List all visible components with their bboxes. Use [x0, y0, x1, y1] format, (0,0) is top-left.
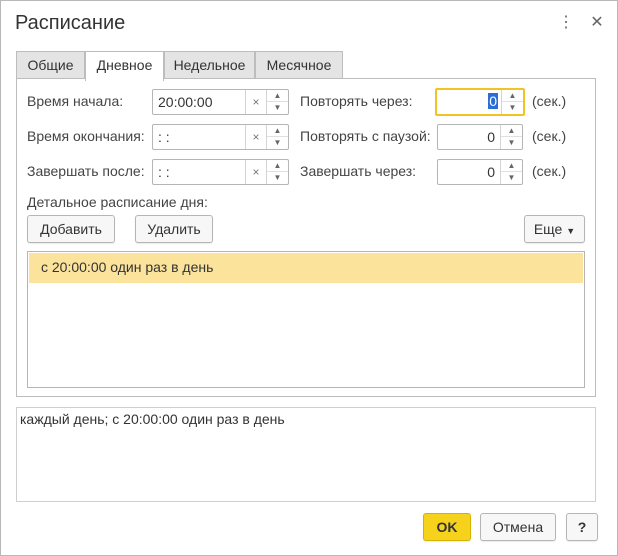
detail-schedule-label: Детальное расписание дня:	[27, 194, 208, 210]
repeat-interval-value: 0	[488, 93, 498, 109]
summary-text: каждый день; с 20:00:00 один раз в день	[20, 411, 285, 427]
unit-label: (сек.)	[532, 93, 567, 109]
end-time-label: Время окончания:	[27, 128, 145, 144]
number-spinner[interactable]: ▲ ▼	[501, 90, 523, 114]
more-button-label: Еще	[533, 221, 563, 237]
cancel-button[interactable]: Отмена	[480, 513, 556, 541]
delete-button[interactable]: Удалить	[135, 215, 213, 243]
spin-down-icon[interactable]: ▼	[502, 102, 523, 114]
detail-schedule-list[interactable]: с 20:00:00 один раз в день	[27, 251, 585, 388]
number-spinner[interactable]: ▲ ▼	[500, 160, 522, 184]
chevron-down-icon: ▼	[566, 226, 576, 236]
finish-after-value: : :	[158, 164, 170, 180]
close-icon[interactable]: ✕	[587, 13, 607, 33]
repeat-pause-field[interactable]: 0 ▲ ▼	[437, 124, 523, 150]
daily-panel: Время начала: 20:00:00 × ▲ ▼ Время оконча…	[16, 78, 596, 397]
spin-up-icon[interactable]: ▲	[501, 125, 522, 137]
add-button[interactable]: Добавить	[27, 215, 115, 243]
unit-label: (сек.)	[532, 163, 567, 179]
end-time-value: : :	[158, 129, 170, 145]
more-button[interactable]: Еще ▼	[524, 215, 585, 243]
spin-down-icon[interactable]: ▼	[501, 137, 522, 149]
list-item-text: с 20:00:00 один раз в день	[41, 259, 214, 275]
repeat-interval-field[interactable]: 0 ▲ ▼	[435, 88, 525, 116]
spin-down-icon[interactable]: ▼	[501, 172, 522, 184]
spin-down-icon[interactable]: ▼	[267, 102, 288, 114]
clear-icon[interactable]: ×	[245, 125, 266, 149]
schedule-dialog: Расписание ⋮ ✕ Общие Дневное Недельное М…	[0, 0, 618, 556]
time-spinner[interactable]: ▲ ▼	[266, 90, 288, 114]
spin-up-icon[interactable]: ▲	[267, 160, 288, 172]
start-time-field[interactable]: 20:00:00 × ▲ ▼	[152, 89, 289, 115]
number-spinner[interactable]: ▲ ▼	[500, 125, 522, 149]
finish-in-label: Завершать через:	[300, 163, 417, 179]
time-spinner[interactable]: ▲ ▼	[266, 160, 288, 184]
ok-button[interactable]: OK	[423, 513, 471, 541]
spin-up-icon[interactable]: ▲	[267, 125, 288, 137]
clear-icon[interactable]: ×	[245, 160, 266, 184]
clear-icon[interactable]: ×	[245, 90, 266, 114]
finish-in-field[interactable]: 0 ▲ ▼	[437, 159, 523, 185]
start-time-value: 20:00:00	[158, 94, 213, 110]
schedule-summary: каждый день; с 20:00:00 один раз в день	[16, 407, 596, 502]
spin-up-icon[interactable]: ▲	[267, 90, 288, 102]
dialog-title: Расписание	[15, 12, 126, 34]
spin-down-icon[interactable]: ▼	[267, 137, 288, 149]
tab-weekly[interactable]: Недельное	[164, 51, 255, 79]
finish-after-label: Завершать после:	[27, 163, 145, 179]
tab-monthly[interactable]: Месячное	[255, 51, 343, 79]
more-options-icon[interactable]: ⋮	[556, 13, 576, 33]
tab-daily[interactable]: Дневное	[85, 51, 164, 81]
finish-in-value: 0	[487, 164, 495, 180]
spin-up-icon[interactable]: ▲	[502, 90, 523, 102]
repeat-pause-value: 0	[487, 129, 495, 145]
time-spinner[interactable]: ▲ ▼	[266, 125, 288, 149]
unit-label: (сек.)	[532, 128, 567, 144]
repeat-pause-label: Повторять с паузой:	[300, 128, 431, 144]
end-time-field[interactable]: : : × ▲ ▼	[152, 124, 289, 150]
finish-after-field[interactable]: : : × ▲ ▼	[152, 159, 289, 185]
start-time-label: Время начала:	[27, 93, 124, 109]
spin-up-icon[interactable]: ▲	[501, 160, 522, 172]
list-item[interactable]: с 20:00:00 один раз в день	[29, 253, 583, 283]
spin-down-icon[interactable]: ▼	[267, 172, 288, 184]
tab-general[interactable]: Общие	[16, 51, 85, 79]
help-button[interactable]: ?	[566, 513, 598, 541]
repeat-label: Повторять через:	[300, 93, 413, 109]
